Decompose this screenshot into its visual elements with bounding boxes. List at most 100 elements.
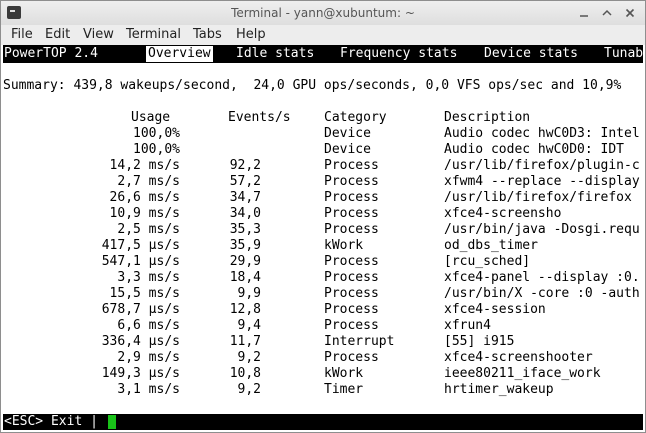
cell-category: Process bbox=[324, 190, 379, 205]
terminal-content[interactable]: PowerTOP 2.4 Overview Idle stats Frequen… bbox=[3, 45, 643, 432]
menu-tabs[interactable]: Tabs bbox=[193, 27, 222, 42]
cell-usage: 14,2 ms/s bbox=[109, 158, 180, 173]
table-row: 547,1 µs/s 29,9 Process [rcu_sched] bbox=[3, 254, 643, 270]
cell-events: 10,8 bbox=[229, 366, 261, 381]
cell-category: Device bbox=[324, 142, 371, 157]
cell-usage: 149,3 µs/s bbox=[101, 366, 180, 381]
summary-line: Summary: 439,8 wakeups/second, 24,0 GPU … bbox=[3, 78, 622, 93]
cell-usage: 6,6 ms/s bbox=[117, 318, 180, 333]
tab-device-stats[interactable]: Device stats bbox=[484, 46, 578, 62]
cell-category: Process bbox=[324, 174, 379, 189]
cell-events: 9,2 bbox=[237, 350, 261, 365]
cell-usage: 547,1 µs/s bbox=[101, 254, 180, 269]
header-category: Category bbox=[324, 110, 387, 125]
cell-description: ieee80211_iface_work bbox=[444, 366, 601, 381]
cell-category: Interrupt bbox=[324, 334, 395, 349]
cell-category: Process bbox=[324, 302, 379, 317]
tab-idle-stats[interactable]: Idle stats bbox=[236, 46, 314, 62]
powertop-version: PowerTOP 2.4 bbox=[4, 46, 98, 61]
menu-terminal[interactable]: Terminal bbox=[126, 27, 181, 42]
table-header: Usage Events/s Category Description bbox=[3, 110, 643, 126]
cell-usage: 2,7 ms/s bbox=[117, 174, 180, 189]
cell-usage: 3,3 ms/s bbox=[117, 270, 180, 285]
cell-category: Process bbox=[324, 222, 379, 237]
table-row: 6,6 ms/s 9,4 Process xfrun4 bbox=[3, 318, 643, 334]
cell-description: od_dbs_timer bbox=[444, 238, 538, 253]
cell-events: 12,8 bbox=[229, 302, 261, 317]
status-bar: <ESC> Exit | bbox=[3, 414, 643, 430]
close-icon[interactable] bbox=[622, 5, 638, 21]
header-description: Description bbox=[444, 110, 531, 125]
cell-usage: 3,1 ms/s bbox=[117, 382, 180, 397]
menu-view[interactable]: View bbox=[83, 27, 114, 42]
tab-tunables[interactable]: Tunab bbox=[604, 46, 643, 62]
cell-category: kWork bbox=[324, 366, 364, 381]
cell-description: /usr/lib/firefox/firefox bbox=[444, 190, 632, 205]
cell-description: /usr/bin/java -Dosgi.requ bbox=[444, 222, 640, 237]
cell-description: /usr/bin/X -core :0 -auth bbox=[444, 286, 640, 301]
cell-description: xfce4-screensho bbox=[444, 206, 562, 221]
powertop-tab-bar: PowerTOP 2.4 Overview Idle stats Frequen… bbox=[3, 45, 643, 63]
cell-description: /usr/lib/firefox/plugin-c bbox=[444, 158, 640, 173]
menu-edit[interactable]: Edit bbox=[45, 27, 70, 42]
cell-category: Process bbox=[324, 350, 379, 365]
cell-usage: 417,5 µs/s bbox=[101, 238, 180, 253]
table-row: 2,5 ms/s 35,3 Process/usr/bin/java -Dosgi.… bbox=[3, 222, 643, 238]
cell-category: Device bbox=[324, 126, 371, 141]
table-row: 26,6 ms/s 34,7 Process/usr/lib/firefox/fir… bbox=[3, 190, 643, 206]
cell-description: xfrun4 bbox=[444, 318, 491, 333]
cell-category: Process bbox=[324, 206, 379, 221]
table-row: 2,9 ms/s 9,2 Process xfce4-screenshooter bbox=[3, 350, 643, 366]
cell-events: 9,2 bbox=[237, 382, 261, 397]
cell-usage: 26,6 ms/s bbox=[109, 190, 180, 205]
cell-usage: 336,4 µs/s bbox=[101, 334, 180, 349]
table-row: 336,4 µs/s 11,7 Interrupt [55] i915 bbox=[3, 334, 643, 350]
window-title: Terminal - yann@xubuntum: ~ bbox=[231, 6, 415, 20]
terminal-window: Terminal - yann@xubuntum: ~ File Edit Vi… bbox=[0, 0, 646, 433]
table-row: 14,2 ms/s 92,2 Process/usr/lib/firefox/plu… bbox=[3, 158, 643, 174]
cell-description: [55] i915 bbox=[444, 334, 515, 349]
cell-category: kWork bbox=[324, 238, 364, 253]
cell-usage: 2,5 ms/s bbox=[117, 222, 180, 237]
cell-description: Audio codec hwC0D3: Intel bbox=[444, 126, 640, 141]
maximize-icon[interactable] bbox=[599, 5, 615, 21]
cell-description: xfce4-session bbox=[444, 302, 546, 317]
tab-overview[interactable]: Overview bbox=[146, 46, 213, 62]
cell-usage: 100,0% bbox=[133, 142, 180, 157]
table-row: 3,3 ms/s 18,4 Process xfce4-panel --display… bbox=[3, 270, 643, 286]
table-row: 3,1 ms/s 9,2 Timer hrtimer_wakeup bbox=[3, 382, 643, 398]
cell-usage: 2,9 ms/s bbox=[117, 350, 180, 365]
cell-events: 35,9 bbox=[229, 238, 261, 253]
table-row: 2,7 ms/s 57,2 Process xfwm4 --replace --dis… bbox=[3, 174, 643, 190]
menu-help[interactable]: Help bbox=[236, 27, 266, 42]
cell-events: 57,2 bbox=[229, 174, 261, 189]
terminal-cursor bbox=[108, 415, 116, 429]
table-row: 149,3 µs/s 10,8 kWork ieee80211_iface_work bbox=[3, 366, 643, 382]
cell-events: 11,7 bbox=[229, 334, 261, 349]
cell-usage: 15,5 ms/s bbox=[109, 286, 180, 301]
cell-events: 34,0 bbox=[229, 206, 261, 221]
cell-description: [rcu_sched] bbox=[444, 254, 531, 269]
cell-events: 92,2 bbox=[229, 158, 261, 173]
table-row: 417,5 µs/s 35,9 kWork od_dbs_timer bbox=[3, 238, 643, 254]
cell-category: Process bbox=[324, 286, 379, 301]
cell-category: Process bbox=[324, 158, 379, 173]
cell-category: Process bbox=[324, 254, 379, 269]
cell-usage: 678,7 µs/s bbox=[101, 302, 180, 317]
cell-events: 9,9 bbox=[237, 286, 261, 301]
minimize-icon[interactable] bbox=[576, 5, 592, 21]
table-row: 100,0% Device Audio codec hwC0D0: IDT bbox=[3, 142, 643, 158]
cell-category: Process bbox=[324, 318, 379, 333]
exit-hint[interactable]: <ESC> Exit | bbox=[4, 414, 98, 430]
tab-frequency-stats[interactable]: Frequency stats bbox=[340, 46, 457, 62]
cell-usage: 100,0% bbox=[133, 126, 180, 141]
table-row: 100,0% Device Audio codec hwC0D3: Intel bbox=[3, 126, 643, 142]
cell-category: Process bbox=[324, 270, 379, 285]
header-usage: Usage bbox=[131, 110, 171, 125]
title-bar[interactable]: Terminal - yann@xubuntum: ~ bbox=[1, 1, 645, 26]
table-row: 15,5 ms/s 9,9 Process/usr/bin/X -core :0 -… bbox=[3, 286, 643, 302]
menu-file[interactable]: File bbox=[11, 27, 33, 42]
cell-events: 35,3 bbox=[229, 222, 261, 237]
cell-description: xfce4-screenshooter bbox=[444, 350, 593, 365]
cell-description: xfce4-panel --display :0. bbox=[444, 270, 640, 285]
